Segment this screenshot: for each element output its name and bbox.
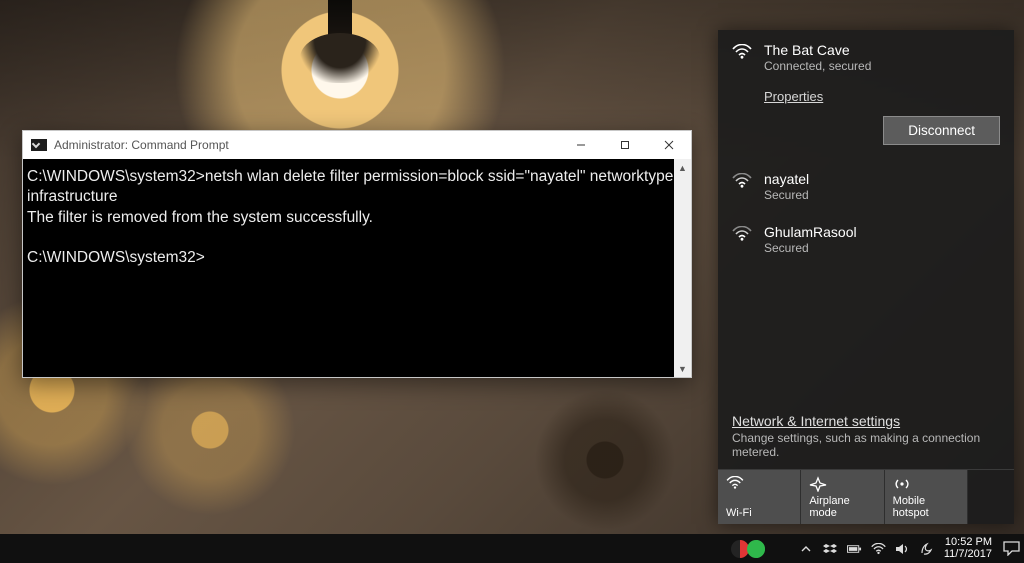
wifi-tray-icon[interactable] xyxy=(871,541,886,556)
wifi-signal-icon xyxy=(732,173,754,189)
cmd-prompt: C:\WINDOWS\system32> xyxy=(27,168,205,185)
quick-actions-row: Wi-Fi Airplane mode Mobile hotspot xyxy=(718,469,1014,524)
system-tray xyxy=(793,541,940,556)
network-status: Secured xyxy=(764,188,1000,202)
maximize-button[interactable] xyxy=(603,131,647,159)
network-name: nayatel xyxy=(764,171,1000,187)
network-list: The Bat Cave Connected, secured Properti… xyxy=(718,30,1014,403)
disconnect-button[interactable]: Disconnect xyxy=(883,116,1000,145)
cmd-app-icon xyxy=(31,139,47,151)
volume-icon[interactable] xyxy=(895,541,910,556)
cmd-titlebar[interactable]: Administrator: Command Prompt xyxy=(23,131,691,159)
wifi-signal-icon xyxy=(732,44,754,60)
taskbar-clock[interactable]: 10:52 PM 11/7/2017 xyxy=(940,537,998,560)
wifi-signal-icon xyxy=(732,226,754,242)
indicator-green-icon xyxy=(747,540,765,558)
network-status: Secured xyxy=(764,241,1000,255)
network-item[interactable]: nayatel Secured xyxy=(718,159,1014,212)
quick-hotspot-toggle[interactable]: Mobile hotspot xyxy=(885,470,968,524)
scroll-down-arrow-icon[interactable]: ▼ xyxy=(674,360,691,377)
hotspot-icon xyxy=(893,476,911,495)
cmd-scrollbar[interactable]: ▲ ▼ xyxy=(674,159,691,377)
cmd-title: Administrator: Command Prompt xyxy=(54,138,559,152)
network-properties-link[interactable]: Properties xyxy=(764,89,823,104)
taskbar[interactable]: 10:52 PM 11/7/2017 xyxy=(0,534,1024,563)
tray-overflow-icon[interactable] xyxy=(799,541,814,556)
cmd-output-area[interactable]: C:\WINDOWS\system32>netsh wlan delete fi… xyxy=(23,159,691,377)
quick-wifi-toggle[interactable]: Wi-Fi xyxy=(718,470,801,524)
network-settings-subtext: Change settings, such as making a connec… xyxy=(718,431,1014,469)
clock-date: 11/7/2017 xyxy=(944,549,992,561)
taskbar-app-indicator[interactable] xyxy=(733,540,765,558)
clock-time: 10:52 PM xyxy=(944,537,992,549)
quick-empty-slot xyxy=(968,470,1014,524)
cmd-prompt: C:\WINDOWS\system32> xyxy=(27,249,205,266)
network-settings-link[interactable]: Network & Internet settings xyxy=(732,413,900,429)
network-item-connected[interactable]: The Bat Cave Connected, secured Properti… xyxy=(718,30,1014,110)
airplane-icon xyxy=(809,476,827,495)
network-flyout: The Bat Cave Connected, secured Properti… xyxy=(718,30,1014,524)
network-name: The Bat Cave xyxy=(764,42,1000,58)
quick-airplane-toggle[interactable]: Airplane mode xyxy=(801,470,884,524)
input-indicator-icon[interactable] xyxy=(919,541,934,556)
network-item[interactable]: GhulamRasool Secured xyxy=(718,212,1014,265)
wifi-icon xyxy=(726,476,744,493)
notification-icon xyxy=(1003,541,1020,556)
scroll-up-arrow-icon[interactable]: ▲ xyxy=(674,159,691,176)
close-button[interactable] xyxy=(647,131,691,159)
command-prompt-window: Administrator: Command Prompt C:\WINDOWS… xyxy=(22,130,692,378)
dropbox-icon[interactable] xyxy=(823,541,838,556)
battery-icon[interactable] xyxy=(847,541,862,556)
network-status: Connected, secured xyxy=(764,59,1000,73)
quick-label: Mobile hotspot xyxy=(893,495,960,519)
action-center-button[interactable] xyxy=(998,534,1024,563)
quick-label: Airplane mode xyxy=(809,495,876,519)
network-name: GhulamRasool xyxy=(764,224,1000,240)
quick-label: Wi-Fi xyxy=(726,507,752,519)
cmd-result-text: The filter is removed from the system su… xyxy=(27,209,373,226)
minimize-button[interactable] xyxy=(559,131,603,159)
